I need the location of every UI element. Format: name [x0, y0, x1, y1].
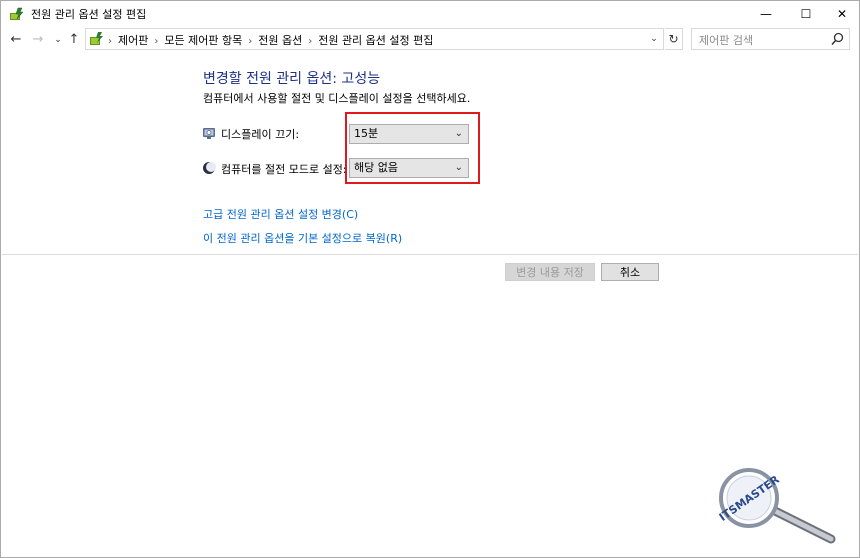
- search-input[interactable]: 제어판 검색: [699, 32, 753, 48]
- divider: [2, 254, 858, 255]
- back-arrow-icon: ←: [10, 31, 22, 47]
- cancel-label: 취소: [619, 266, 641, 279]
- breadcrumb: › 제어판 › 모든 제어판 항목 › 전원 옵션 › 전원 관리 옵션 설정 편집: [108, 32, 433, 48]
- page-subtitle: 컴퓨터에서 사용할 절전 및 디스플레이 설정을 선택하세요.: [203, 92, 471, 105]
- control-panel-icon: [90, 32, 103, 45]
- chevron-down-icon: ⌄: [650, 34, 658, 44]
- display-off-label: 디스플레이 끄기:: [221, 128, 300, 141]
- address-dropdown-button[interactable]: ⌄: [647, 31, 661, 47]
- breadcrumb-item-edit-plan[interactable]: 전원 관리 옵션 설정 편집: [318, 34, 433, 47]
- breadcrumb-item-power-options[interactable]: 전원 옵션: [258, 34, 302, 47]
- breadcrumb-item-all-items[interactable]: 모든 제어판 항목: [164, 34, 242, 47]
- chevron-down-icon: ⌄: [54, 35, 62, 45]
- highlight-box: [345, 112, 480, 184]
- save-changes-button[interactable]: 변경 내용 저장: [505, 263, 595, 281]
- close-button[interactable]: ✕: [819, 1, 860, 26]
- window-title: 전원 관리 옵션 설정 편집: [31, 8, 147, 21]
- search-box[interactable]: 제어판 검색: [691, 28, 850, 50]
- restore-defaults-link[interactable]: 이 전원 관리 옵션을 기본 설정으로 복원(R): [203, 230, 402, 246]
- address-bar[interactable]: › 제어판 › 모든 제어판 항목 › 전원 옵션 › 전원 관리 옵션 설정 편집 ⌄: [85, 28, 664, 50]
- breadcrumb-separator: ›: [154, 36, 159, 47]
- up-button[interactable]: ↑: [65, 29, 83, 49]
- breadcrumb-separator: ›: [108, 36, 112, 47]
- sleep-label: 컴퓨터를 절전 모드로 설정:: [221, 163, 347, 176]
- refresh-icon: ↻: [668, 32, 679, 46]
- itsmaster-watermark-logo: ITSMASTER: [717, 468, 836, 544]
- display-icon: [203, 128, 215, 139]
- navigation-bar: ← → ⌄ ↑ › 제어판 › 모든 제어판 항목 › 전원 옵션 › 전원 관리 옵션 설정…: [1, 27, 859, 51]
- forward-arrow-icon: →: [32, 31, 44, 47]
- breadcrumb-item-control-panel[interactable]: 제어판: [118, 34, 148, 47]
- power-options-icon: [10, 7, 24, 20]
- cancel-button[interactable]: 취소: [601, 263, 659, 281]
- minimize-icon: —: [760, 6, 772, 21]
- title-bar: 전원 관리 옵션 설정 편집 — ☐ ✕: [1, 1, 859, 26]
- forward-button[interactable]: →: [29, 29, 47, 49]
- search-icon: [831, 32, 844, 46]
- save-changes-label: 변경 내용 저장: [516, 266, 584, 279]
- close-icon: ✕: [836, 6, 848, 21]
- breadcrumb-separator: ›: [308, 36, 313, 47]
- refresh-button[interactable]: ↻: [665, 28, 683, 50]
- maximize-icon: ☐: [800, 6, 812, 21]
- sleep-moon-icon: [203, 162, 216, 174]
- page-title: 변경할 전원 관리 옵션: 고성능: [203, 71, 381, 87]
- up-arrow-icon: ↑: [68, 31, 80, 47]
- breadcrumb-separator: ›: [248, 36, 253, 47]
- window: 전원 관리 옵션 설정 편집 — ☐ ✕ ← → ⌄ ↑ › 제어판 › 모든 제어판…: [0, 0, 860, 558]
- advanced-settings-link[interactable]: 고급 전원 관리 옵션 설정 변경(C): [203, 206, 358, 222]
- back-button[interactable]: ←: [7, 29, 25, 49]
